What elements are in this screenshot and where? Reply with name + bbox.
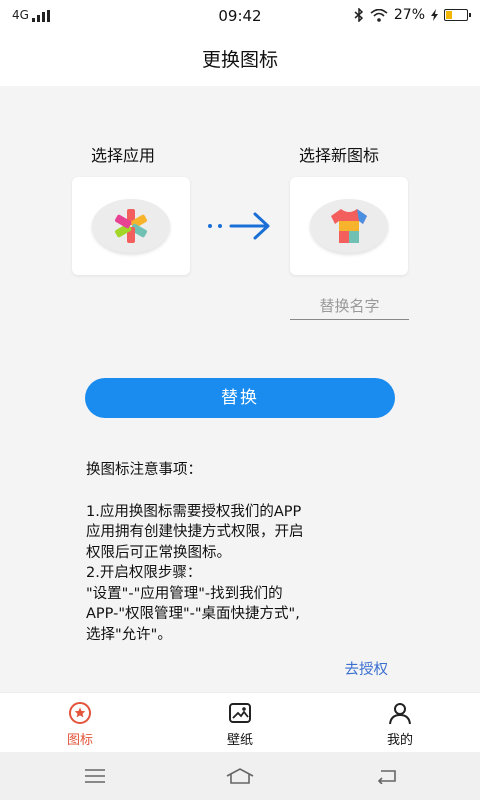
wifi-icon bbox=[370, 8, 388, 22]
image-icon bbox=[229, 703, 251, 723]
app-icon bbox=[92, 199, 170, 253]
notes-line: 1.应用换图标需要授权我们的APP bbox=[86, 503, 302, 520]
arrow-right-icon bbox=[208, 212, 270, 240]
notes-line: APP-"权限管理"-"桌面快捷方式", bbox=[86, 606, 300, 622]
menu-icon bbox=[85, 769, 105, 783]
home-icon bbox=[226, 768, 254, 784]
tab-mine[interactable]: 我的 bbox=[320, 693, 480, 752]
notes-line: 权限后可正常换图标。 bbox=[86, 544, 231, 561]
select-new-icon-label: 选择新图标 bbox=[299, 146, 380, 165]
status-icons: 27% bbox=[354, 7, 471, 23]
main-content: 选择应用 选择新图标 替换名字 替换 换图标注意事项： 1.应用换图标需要授权我… bbox=[0, 86, 480, 692]
replace-button[interactable]: 替换 bbox=[85, 378, 395, 418]
notes-line: "设置"-"应用管理"-找到我们的 bbox=[86, 585, 283, 602]
back-icon bbox=[377, 770, 396, 784]
page-title: 更换图标 bbox=[0, 34, 480, 86]
tab-wallpaper-label: 壁纸 bbox=[226, 733, 253, 748]
select-app-label: 选择应用 bbox=[91, 146, 156, 165]
star-badge-icon bbox=[69, 702, 91, 724]
replace-name-input[interactable] bbox=[290, 292, 409, 320]
notes-title: 换图标注意事项： bbox=[86, 462, 202, 478]
tab-mine-label: 我的 bbox=[386, 733, 413, 748]
menu-button[interactable] bbox=[80, 764, 110, 788]
notes-line: 选择"允许"。 bbox=[86, 626, 172, 643]
tab-icons-label: 图标 bbox=[66, 733, 93, 748]
battery-percent: 27% bbox=[393, 7, 425, 23]
home-button[interactable] bbox=[225, 764, 255, 788]
snowflake-app-icon bbox=[115, 209, 147, 243]
system-nav-bar bbox=[0, 752, 480, 800]
notes-section: 换图标注意事项： 1.应用换图标需要授权我们的APP 应用拥有创建快捷方式权限，… bbox=[86, 460, 416, 645]
select-new-icon-card[interactable] bbox=[290, 177, 408, 275]
new-icon bbox=[310, 199, 388, 253]
bottom-tab-bar: 图标 壁纸 我的 bbox=[0, 692, 480, 752]
shirt-icon bbox=[331, 209, 367, 243]
charging-icon bbox=[431, 9, 438, 21]
status-bar: 4G 09:42 27% bbox=[0, 0, 480, 34]
person-icon bbox=[389, 703, 411, 725]
tab-icons[interactable]: 图标 bbox=[0, 693, 160, 752]
battery-icon bbox=[444, 9, 471, 21]
bluetooth-icon bbox=[354, 8, 363, 22]
notes-line: 应用拥有创建快捷方式权限，开启 bbox=[86, 524, 304, 540]
back-button[interactable] bbox=[372, 764, 402, 788]
battery-fill bbox=[446, 11, 452, 19]
tab-wallpaper[interactable]: 壁纸 bbox=[160, 693, 320, 752]
authorize-link[interactable]: 去授权 bbox=[345, 658, 389, 679]
notes-line: 2.开启权限步骤： bbox=[86, 565, 202, 581]
select-app-card[interactable] bbox=[72, 177, 190, 275]
